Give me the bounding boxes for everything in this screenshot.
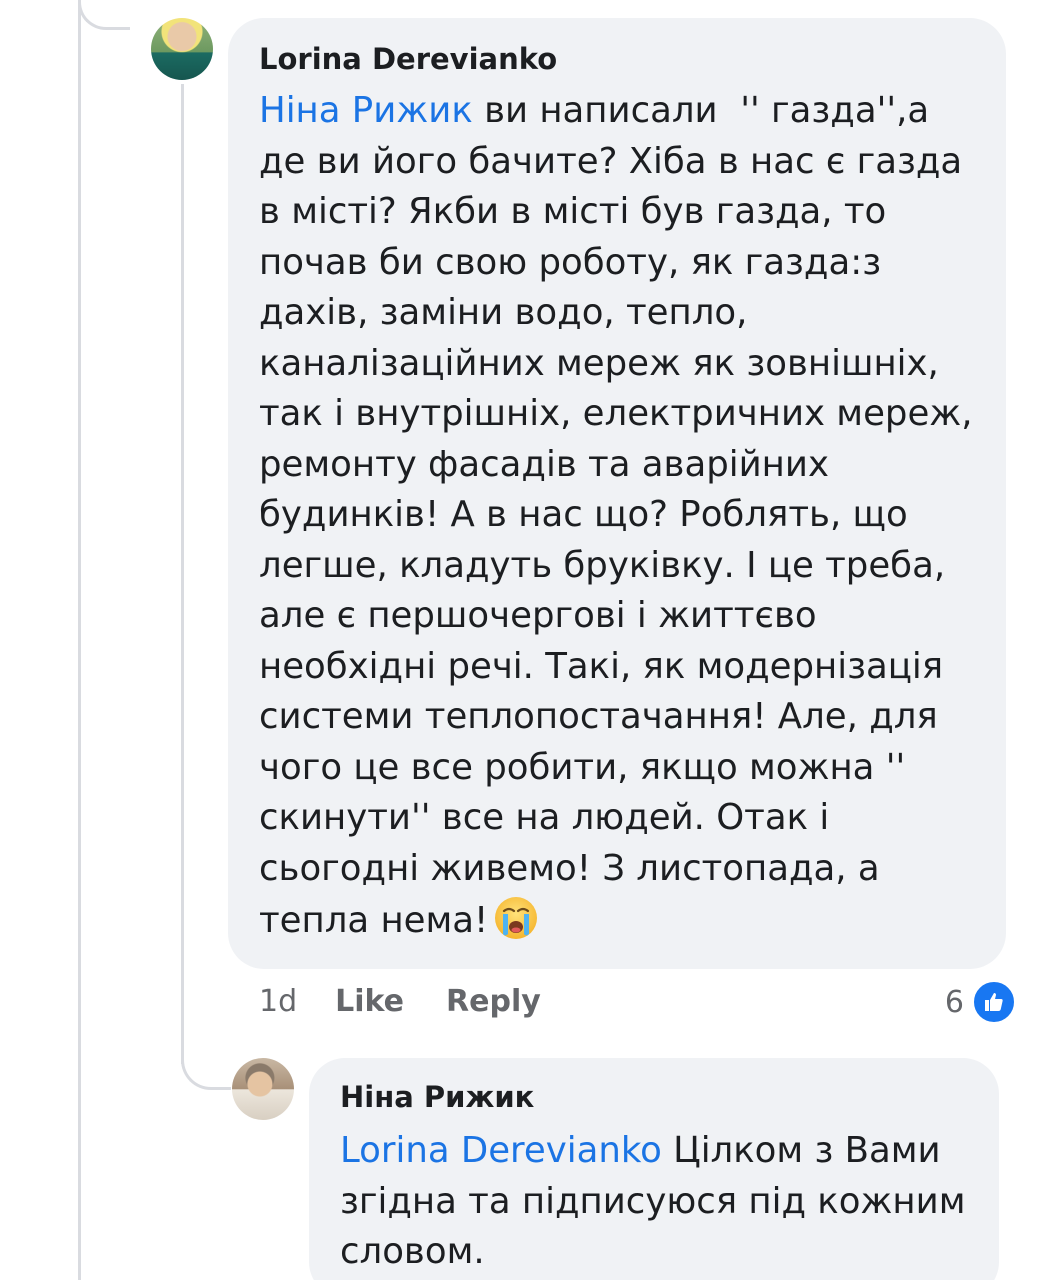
thread-connector-outer xyxy=(78,0,81,1280)
thread-connector-inner xyxy=(181,84,184,1064)
thread-connector-reply xyxy=(181,1030,231,1090)
like-button[interactable]: Like xyxy=(335,984,404,1019)
avatar-lorina[interactable] xyxy=(151,18,213,80)
reply-author[interactable]: Ніна Рижик xyxy=(340,1080,969,1114)
reply-bubble: Ніна Рижик Lorina Derevianko Цілком з Ва… xyxy=(309,1058,999,1280)
reply-text: Lorina Derevianko Цілком з Вами згідна т… xyxy=(340,1126,969,1278)
comment-actions: 1d Like Reply xyxy=(259,976,583,1026)
loudly-crying-face-icon xyxy=(495,897,538,939)
comment-author[interactable]: Lorina Derevianko xyxy=(259,42,976,76)
comment-bubble: Lorina Derevianko Ніна Рижик ви написали… xyxy=(228,18,1006,969)
reaction-summary[interactable]: 6 xyxy=(945,980,1016,1024)
comment-body: ви написали '' газда'',а де ви його бачи… xyxy=(259,90,984,941)
reply-button[interactable]: Reply xyxy=(446,984,541,1019)
comment-time[interactable]: 1d xyxy=(259,984,297,1019)
reply-mention[interactable]: Lorina Derevianko xyxy=(340,1130,662,1171)
comment-thread: Lorina Derevianko Ніна Рижик ви написали… xyxy=(0,0,1046,1280)
comment-text: Ніна Рижик ви написали '' газда'',а де в… xyxy=(259,86,976,947)
thread-connector-top xyxy=(78,0,130,30)
like-thumb-icon xyxy=(972,980,1016,1024)
comment-mention[interactable]: Ніна Рижик xyxy=(259,90,473,131)
reaction-count: 6 xyxy=(944,984,964,1020)
avatar-nina[interactable] xyxy=(232,1058,294,1120)
